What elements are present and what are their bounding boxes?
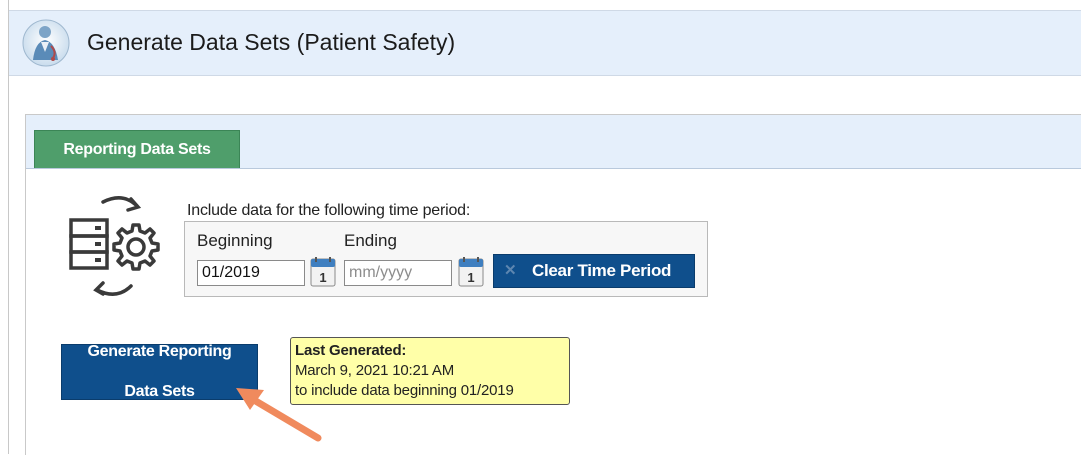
close-icon: ✕ <box>504 262 517 279</box>
generate-button-line2: Data Sets <box>124 383 195 400</box>
time-period-instruction: Include data for the following time peri… <box>187 202 471 219</box>
clear-time-period-label: Clear Time Period <box>532 261 672 280</box>
generate-button-line1: Generate Reporting <box>87 343 232 360</box>
calendar-icon[interactable]: 1 <box>457 256 485 288</box>
clear-time-period-button[interactable]: ✕ Clear Time Period <box>493 254 695 288</box>
page-title: Generate Data Sets (Patient Safety) <box>87 29 456 55</box>
ending-date-input[interactable] <box>344 260 452 286</box>
calendar-day-text: 1 <box>467 270 474 285</box>
calendar-icon[interactable]: 1 <box>309 256 337 288</box>
calendar-day-text: 1 <box>319 270 326 285</box>
tooltip-title: Last Generated: <box>295 342 407 359</box>
last-generated-tooltip: Last Generated: March 9, 2021 10:21 AM t… <box>290 337 570 405</box>
annotation-arrow-icon <box>236 388 322 442</box>
tooltip-timestamp: March 9, 2021 10:21 AM <box>295 362 455 379</box>
page-header: Generate Data Sets (Patient Safety) <box>9 10 1081 76</box>
beginning-date-input[interactable] <box>197 260 305 286</box>
ending-label: Ending <box>344 231 397 250</box>
clinician-logo-icon <box>22 19 70 67</box>
time-period-box: Beginning Ending 1 1 ✕ Clear Time Period <box>184 221 708 297</box>
tab-bar: Reporting Data Sets <box>26 115 1081 169</box>
tooltip-detail: to include data beginning 01/2019 <box>295 382 514 399</box>
beginning-label: Beginning <box>197 231 273 250</box>
tab-reporting-data-sets[interactable]: Reporting Data Sets <box>34 130 240 168</box>
dataset-refresh-gear-icon <box>69 196 160 296</box>
